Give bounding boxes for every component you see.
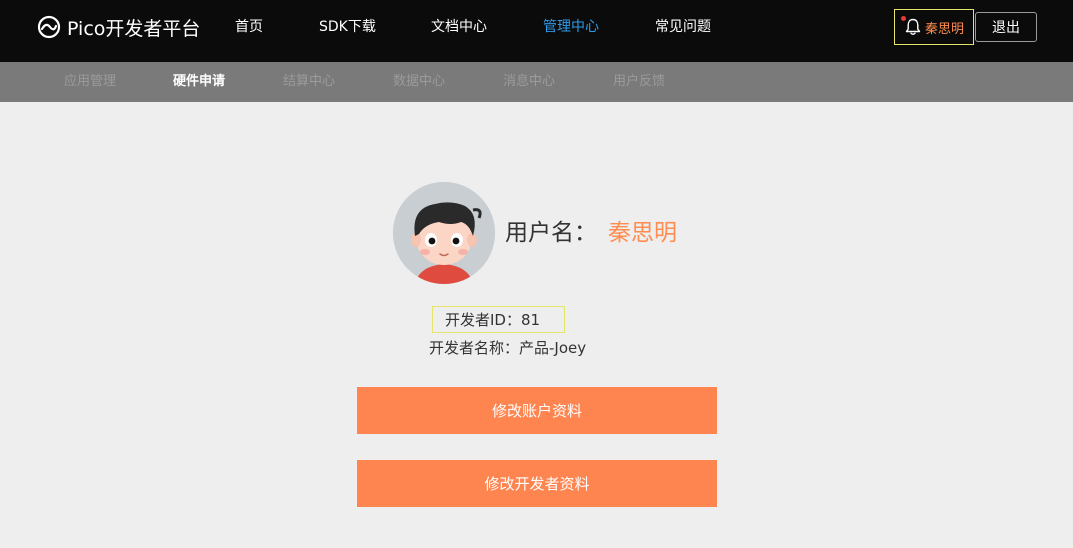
sub-navbar: 应用管理 硬件申请 结算中心 数据中心 消息中心 用户反馈: [0, 62, 1073, 102]
edit-developer-button[interactable]: 修改开发者资料: [357, 460, 717, 507]
subnav-item-app-management[interactable]: 应用管理: [64, 73, 116, 91]
developer-name: 开发者名称：产品-Joey: [429, 339, 587, 357]
user-name: 秦思明: [925, 21, 965, 37]
developer-id: 开发者ID：81: [432, 306, 565, 333]
subnav-item-data-center[interactable]: 数据中心: [393, 73, 445, 91]
subnav-item-feedback[interactable]: 用户反馈: [613, 73, 665, 91]
nav-item-home[interactable]: 首页: [235, 18, 263, 36]
brand-logo[interactable]: Pico开发者平台: [37, 14, 200, 40]
top-navbar: Pico开发者平台 首页 SDK下载 文档中心 管理中心 常见问题 秦思明 退出: [0, 0, 1073, 62]
edit-account-button[interactable]: 修改账户资料: [357, 387, 717, 434]
notification-dot: [901, 16, 906, 21]
subnav-item-settlement[interactable]: 结算中心: [283, 73, 335, 91]
subnav-item-hardware-request[interactable]: 硬件申请: [173, 73, 225, 91]
username-label: 用户名：: [505, 220, 597, 246]
nav-item-faq[interactable]: 常见问题: [655, 18, 711, 36]
pico-logo-icon: [37, 15, 61, 39]
brand-name: Pico开发者平台: [67, 17, 201, 40]
nav-item-sdk-download[interactable]: SDK下载: [319, 18, 376, 36]
bell-icon[interactable]: [903, 17, 923, 37]
nav-item-docs[interactable]: 文档中心: [431, 18, 487, 36]
user-menu[interactable]: 秦思明: [894, 9, 974, 45]
nav-item-management[interactable]: 管理中心: [543, 18, 599, 36]
avatar: [393, 182, 495, 284]
username-value: 秦思明: [608, 220, 677, 246]
subnav-item-messages[interactable]: 消息中心: [503, 73, 555, 91]
logout-button[interactable]: 退出: [975, 12, 1037, 42]
